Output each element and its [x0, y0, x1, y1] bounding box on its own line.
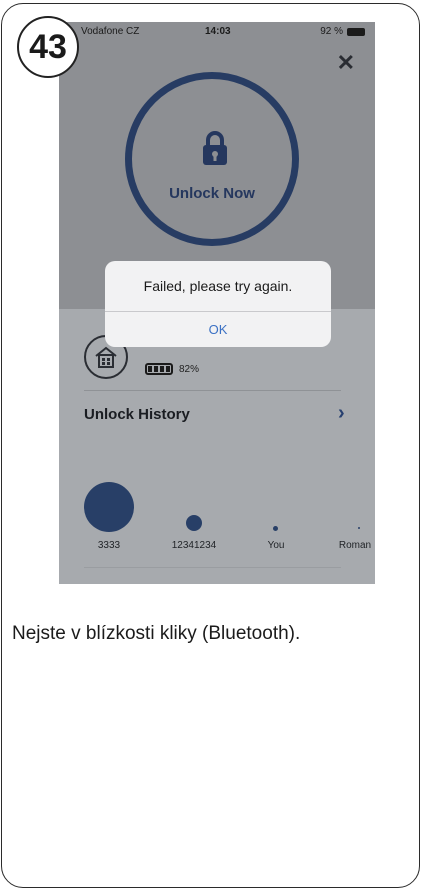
history-user-label: You [267, 540, 285, 551]
history-bubble-roman[interactable] [358, 527, 360, 529]
battery-level-text: 92 % [320, 26, 343, 37]
error-alert-dialog: Failed, please try again. OK [105, 261, 331, 347]
lock-icon [203, 131, 227, 165]
history-user-label: 3333 [97, 540, 121, 551]
building-icon [95, 346, 117, 368]
lock-battery: 82% [145, 363, 199, 375]
instruction-caption: Nejste v blízkosti kliky (Bluetooth). [12, 623, 301, 644]
phone-screenshot: Vodafone CZ 14:03 92 % ✕ Unlock Now Fail… [59, 22, 375, 584]
alert-ok-button[interactable]: OK [105, 312, 331, 347]
chevron-right-icon[interactable]: › [338, 402, 345, 425]
close-icon[interactable]: ✕ [337, 50, 355, 76]
status-right: 92 % [320, 26, 365, 37]
unlock-history-title: Unlock History [84, 406, 190, 423]
history-user-label: 12341234 [171, 540, 217, 551]
carrier-name: Vodafone CZ [81, 26, 140, 37]
status-time: 14:03 [205, 26, 231, 37]
history-bubble-you[interactable] [273, 526, 278, 531]
status-bar: Vodafone CZ 14:03 92 % [59, 22, 375, 40]
history-bubble-3333[interactable] [84, 482, 134, 532]
history-user-label: Roman [338, 540, 372, 551]
step-number-badge: 43 [17, 16, 79, 78]
alert-message: Failed, please try again. [143, 278, 293, 294]
lock-battery-icon [145, 363, 173, 375]
battery-icon [347, 27, 365, 36]
divider [84, 567, 341, 568]
divider [84, 390, 341, 391]
lock-battery-percent: 82% [179, 363, 200, 375]
unlock-now-label: Unlock Now [169, 185, 255, 202]
history-bubble-12341234[interactable] [186, 515, 202, 531]
